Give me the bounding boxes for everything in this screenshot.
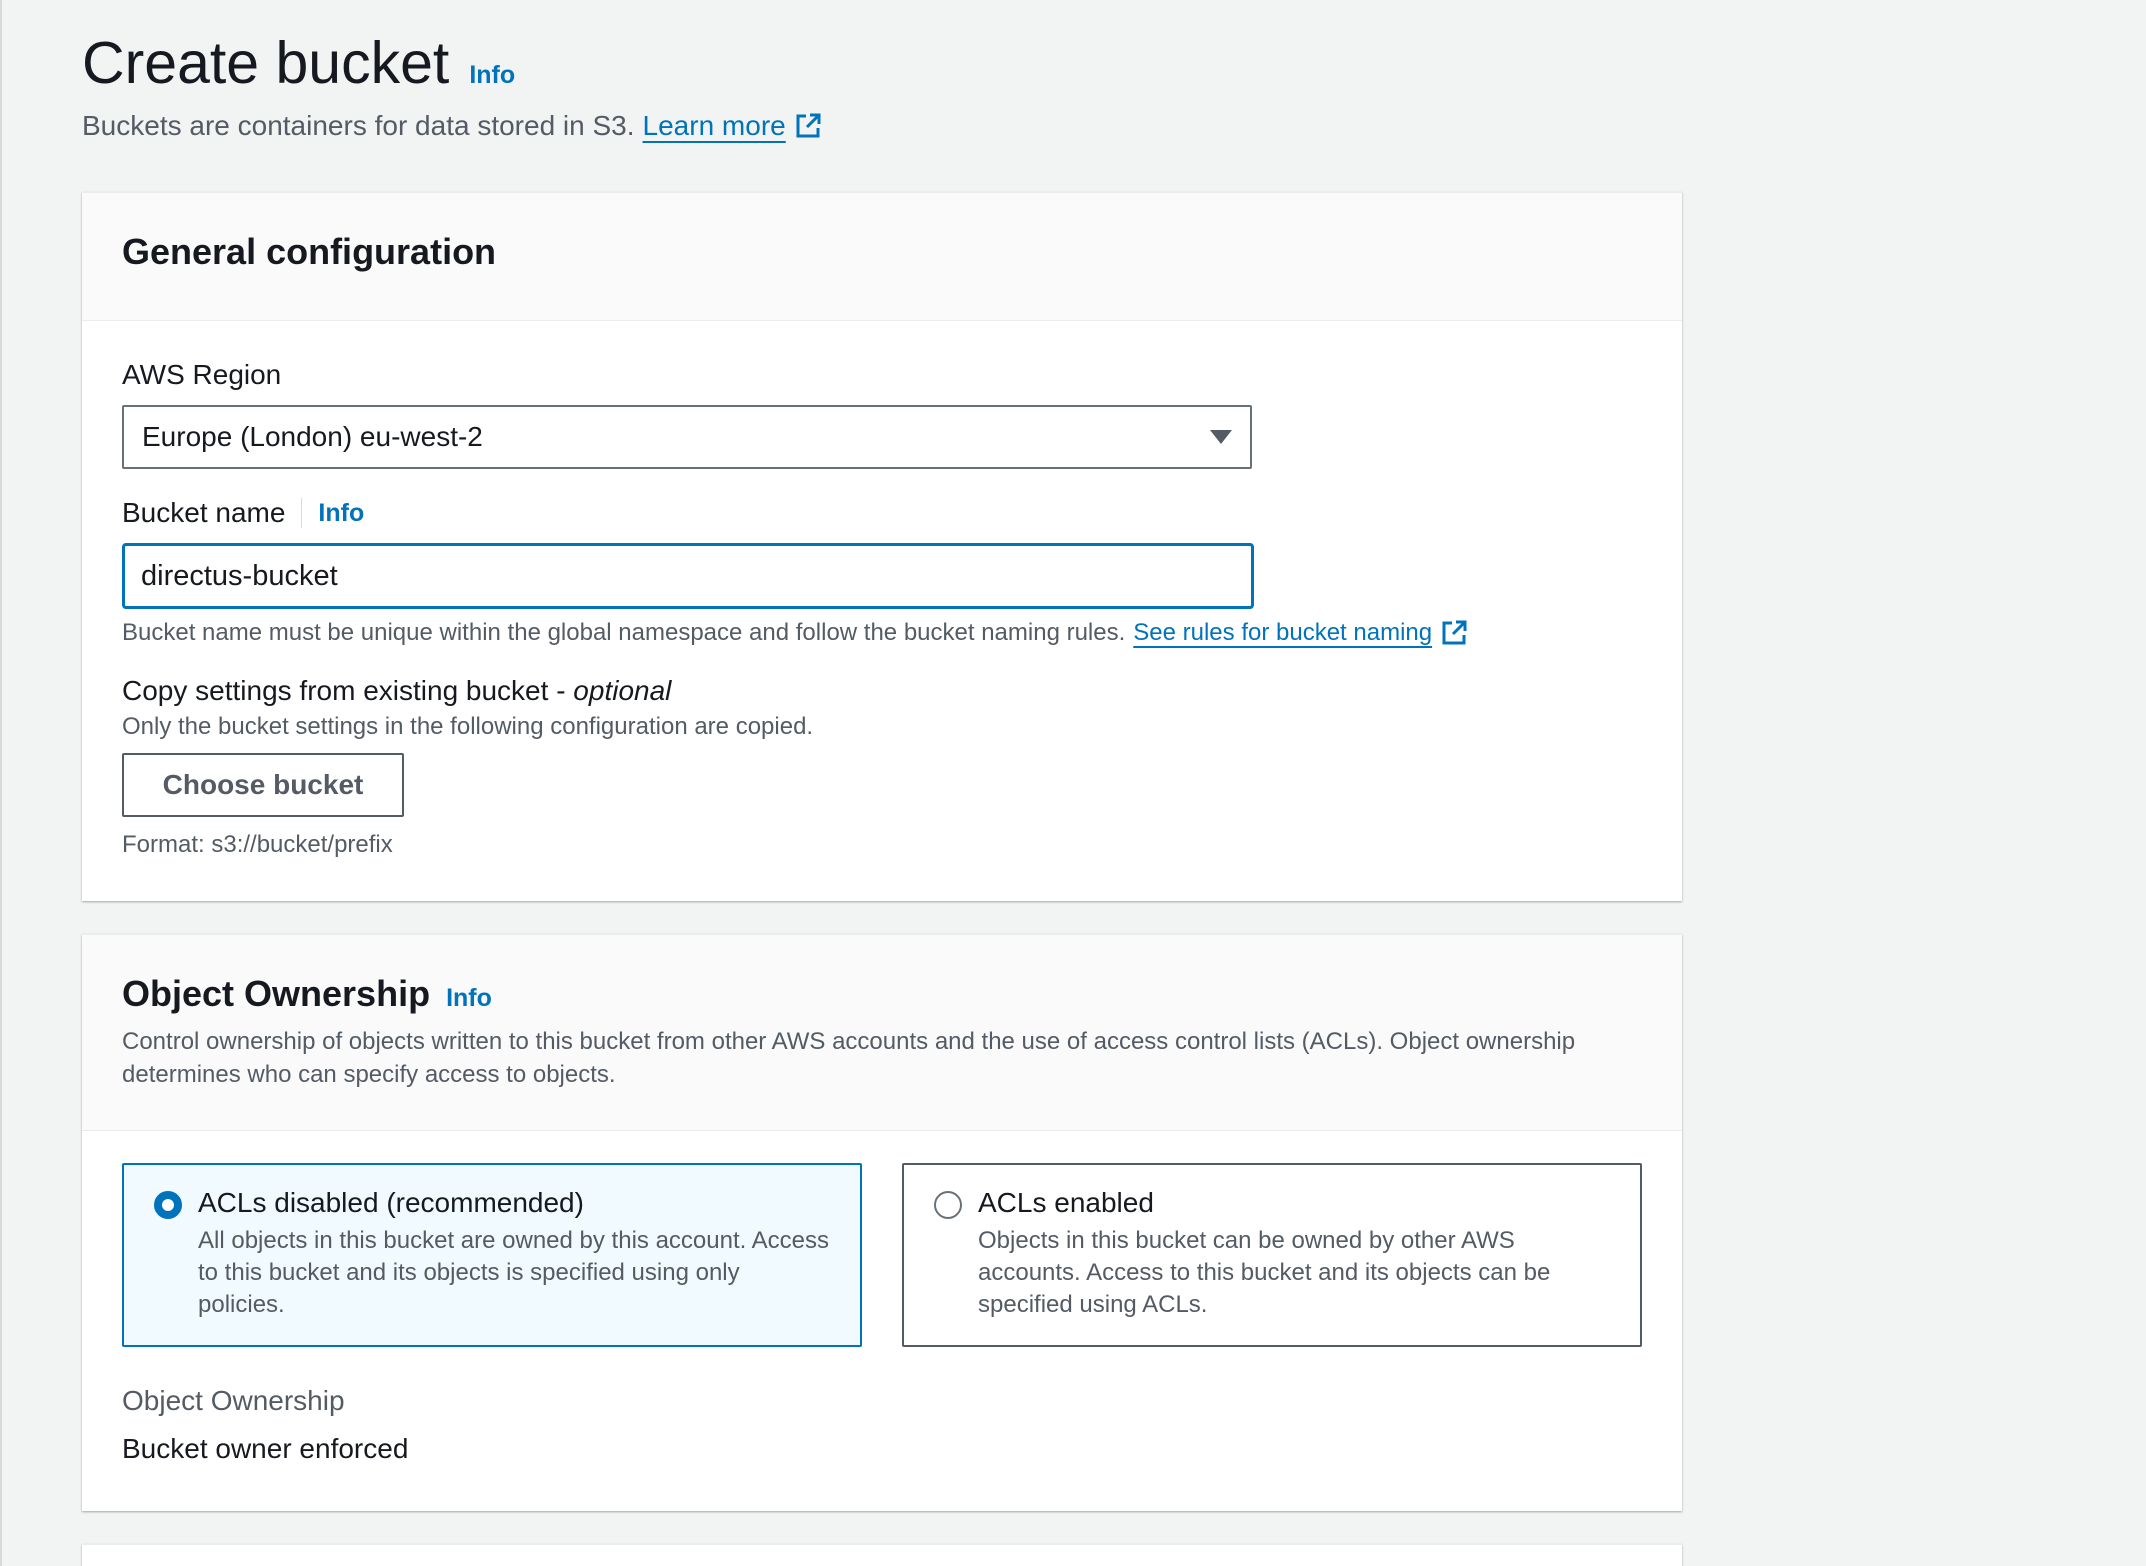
object-ownership-title-row: Object Ownership Info [122, 973, 1642, 1015]
next-panel [82, 1544, 1682, 1566]
acls-enabled-title: ACLs enabled [978, 1187, 1154, 1218]
page-description-text: Buckets are containers for data stored i… [82, 110, 635, 141]
learn-more-label: Learn more [642, 110, 786, 141]
object-ownership-header: Object Ownership Info Control ownership … [82, 935, 1682, 1131]
page-description: Buckets are containers for data stored i… [82, 110, 822, 142]
radio-selected-icon[interactable] [154, 1191, 182, 1219]
general-configuration-title: General configuration [122, 231, 497, 272]
region-label: AWS Region [122, 359, 282, 390]
learn-more-link[interactable]: Learn more [643, 110, 822, 142]
bucket-name-hint: Bucket name must be unique within the gl… [122, 619, 1642, 647]
label-divider [301, 498, 303, 528]
acls-disabled-option[interactable]: ACLs disabled (recommended) All objects … [122, 1163, 862, 1347]
bucket-naming-rules-link[interactable]: See rules for bucket naming [1133, 619, 1468, 647]
copy-settings-optional: optional [573, 675, 672, 706]
acls-enabled-option[interactable]: ACLs enabled Objects in this bucket can … [902, 1163, 1642, 1347]
acls-disabled-content: ACLs disabled (recommended) All objects … [198, 1187, 830, 1325]
external-link-icon [796, 113, 821, 138]
object-ownership-title: Object Ownership [122, 973, 431, 1014]
bucket-name-hint-text: Bucket name must be unique within the gl… [122, 619, 1126, 646]
bucket-naming-rules-label: See rules for bucket naming [1133, 619, 1433, 646]
bucket-name-label: Bucket name [122, 497, 286, 528]
ownership-value: Bucket owner enforced [122, 1433, 409, 1464]
general-configuration-body: AWS Region Europe (London) eu-west-2 Buc… [82, 321, 1682, 889]
ownership-key: Object Ownership [122, 1385, 345, 1416]
object-ownership-description: Control ownership of objects written to … [122, 1028, 1576, 1088]
copy-settings-label-text: Copy settings from existing bucket - [122, 675, 574, 706]
page: Create bucket Info Buckets are container… [0, 0, 2146, 1566]
bucket-name-input[interactable] [122, 543, 1254, 609]
object-ownership-info-link[interactable]: Info [446, 984, 492, 1013]
choose-bucket-button[interactable]: Choose bucket [122, 753, 404, 817]
header-info-link[interactable]: Info [469, 61, 515, 90]
bucket-name-info-link[interactable]: Info [318, 499, 364, 528]
object-ownership-body: ACLs disabled (recommended) All objects … [82, 1131, 1682, 1495]
caret-down-icon [1210, 430, 1232, 444]
format-hint: Format: s3://bucket/prefix [122, 831, 393, 858]
ownership-options: ACLs disabled (recommended) All objects … [122, 1163, 1642, 1347]
general-configuration-header: General configuration [82, 193, 1682, 321]
object-ownership-panel: Object Ownership Info Control ownership … [82, 934, 1682, 1511]
acls-enabled-description: Objects in this bucket can be owned by o… [978, 1227, 1551, 1318]
page-header: Create bucket Info Buckets are container… [82, 28, 822, 142]
general-configuration-panel: General configuration AWS Region Europe … [82, 192, 1682, 901]
copy-settings-description: Only the bucket settings in the followin… [122, 713, 814, 740]
copy-settings-label: Copy settings from existing bucket - opt… [122, 675, 1642, 707]
region-selected-value: Europe (London) eu-west-2 [142, 421, 483, 452]
page-title: Create bucket [82, 30, 450, 96]
acls-disabled-title: ACLs disabled (recommended) [198, 1187, 584, 1218]
external-link-icon [1442, 620, 1467, 645]
acls-enabled-content: ACLs enabled Objects in this bucket can … [978, 1187, 1610, 1325]
bucket-name-label-row: Bucket name Info [122, 497, 1642, 529]
title-row: Create bucket Info [82, 28, 822, 98]
region-select[interactable]: Europe (London) eu-west-2 [122, 405, 1252, 469]
acls-disabled-description: All objects in this bucket are owned by … [198, 1227, 829, 1318]
radio-unselected-icon[interactable] [934, 1191, 962, 1219]
